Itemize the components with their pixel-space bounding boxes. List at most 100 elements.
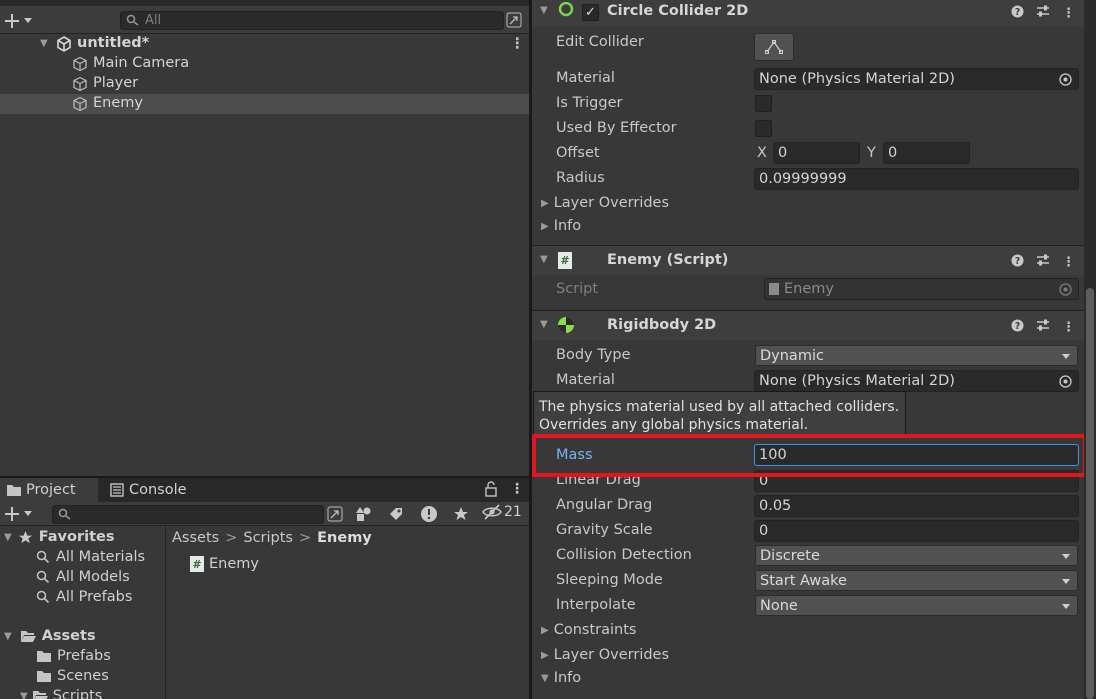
gravity-scale-field[interactable]: 0: [754, 520, 1079, 542]
expand-triangle-icon[interactable]: ▶: [541, 198, 549, 209]
expand-triangle-icon[interactable]: ▼: [541, 673, 549, 684]
svg-text:?: ?: [1015, 256, 1020, 267]
material-object-field[interactable]: None (Physics Material 2D): [754, 68, 1079, 90]
scene-row[interactable]: ▼ untitled* ⋮: [0, 34, 529, 54]
used-by-effector-checkbox[interactable]: [755, 120, 772, 137]
tab-label: Project: [26, 482, 76, 498]
constraints-foldout[interactable]: ▶ Constraints: [541, 622, 636, 638]
expand-triangle-icon[interactable]: ▼: [4, 532, 12, 543]
offset-y-field[interactable]: 0: [883, 142, 970, 164]
chevron-down-icon: [1062, 354, 1070, 359]
offset-x-field[interactable]: 0: [773, 142, 860, 164]
expand-triangle-icon[interactable]: ▼: [4, 631, 12, 642]
filter-by-label-icon[interactable]: [388, 506, 404, 526]
foldout-label: Constraints: [553, 622, 637, 638]
filter-by-type-icon[interactable]: [356, 506, 372, 526]
expand-triangle-icon[interactable]: ▼: [540, 319, 548, 330]
component-menu-icon[interactable]: ⋮: [1062, 320, 1075, 335]
component-header-icons: ? ⋮: [1011, 318, 1075, 336]
folder-item-scripts[interactable]: ▼ Scripts: [20, 686, 102, 699]
presets-icon[interactable]: [1036, 318, 1050, 336]
foldout-label: Info: [553, 218, 582, 234]
search-icon: [126, 13, 140, 31]
gameobject-cube-icon: [72, 76, 88, 96]
info-foldout[interactable]: ▶ Info: [541, 218, 581, 234]
expand-triangle-icon[interactable]: ▼: [40, 38, 48, 49]
rb-layer-overrides-foldout[interactable]: ▶ Layer Overrides: [541, 647, 669, 663]
file-item-enemy-script[interactable]: # Enemy: [190, 554, 259, 574]
assets-header[interactable]: ▼ Assets: [0, 626, 165, 646]
favorites-header[interactable]: ▼ Favorites: [0, 527, 165, 547]
add-object-button[interactable]: [4, 12, 38, 30]
radius-field[interactable]: 0.09999999: [754, 168, 1079, 190]
angular-drag-field[interactable]: 0.05: [754, 495, 1079, 517]
object-picker-icon[interactable]: [1059, 375, 1072, 388]
breadcrumb-item[interactable]: Assets: [172, 530, 219, 546]
help-icon[interactable]: ?: [1011, 318, 1024, 336]
hierarchy-search-input[interactable]: All: [120, 11, 504, 30]
breadcrumb-item[interactable]: Scripts: [243, 530, 293, 546]
scene-menu-icon[interactable]: ⋮: [510, 36, 525, 52]
expand-triangle-icon[interactable]: ▶: [541, 625, 549, 636]
lock-icon[interactable]: [485, 481, 497, 501]
interpolate-dropdown[interactable]: None: [755, 595, 1078, 616]
is-trigger-label: Is Trigger: [556, 95, 623, 111]
sleeping-mode-dropdown[interactable]: Start Awake: [755, 570, 1078, 591]
offset-x-label[interactable]: X: [757, 145, 767, 161]
expand-triangle-icon[interactable]: ▼: [540, 254, 548, 265]
presets-icon[interactable]: [1036, 253, 1050, 271]
is-trigger-checkbox[interactable]: [755, 95, 772, 112]
inspector-scrollbar-thumb[interactable]: [1086, 288, 1094, 699]
hierarchy-item-label: Player: [93, 75, 139, 91]
component-header-rigidbody[interactable]: ▼ Rigidbody 2D ? ⋮: [532, 310, 1084, 340]
favorites-title: Favorites: [38, 529, 115, 545]
offset-y-label[interactable]: Y: [867, 145, 876, 161]
expand-triangle-icon[interactable]: ▼: [20, 691, 28, 699]
rb-material-object-field[interactable]: None (Physics Material 2D): [754, 370, 1079, 392]
component-menu-icon[interactable]: ⋮: [1062, 255, 1075, 270]
folder-open-icon: [20, 631, 36, 642]
panel-menu-icon[interactable]: ⋮: [510, 481, 524, 497]
chevron-down-icon: [1062, 554, 1070, 559]
project-search-input[interactable]: [52, 505, 324, 524]
script-object-field: Enemy: [764, 278, 1079, 300]
star-favorite-icon[interactable]: [453, 506, 469, 526]
object-picker-icon[interactable]: [1059, 73, 1072, 86]
tab-project[interactable]: Project: [0, 478, 98, 502]
favorite-item[interactable]: All Prefabs: [36, 587, 132, 607]
expand-triangle-icon[interactable]: ▶: [541, 221, 549, 232]
breadcrumb-current[interactable]: Enemy: [317, 530, 372, 546]
edit-collider-button[interactable]: [754, 33, 794, 61]
help-icon[interactable]: ?: [1011, 4, 1024, 22]
hierarchy-item-enemy[interactable]: Enemy: [0, 94, 529, 114]
project-tab-bar: Project Console ⋮: [0, 478, 529, 502]
search-picker-icon[interactable]: [327, 506, 343, 526]
tab-console[interactable]: Console: [104, 478, 204, 502]
presets-icon[interactable]: [1036, 4, 1050, 22]
help-icon[interactable]: ?: [1011, 253, 1024, 271]
component-header-circle-collider[interactable]: ▼ ✓ Circle Collider 2D ? ⋮: [532, 0, 1084, 26]
project-folder-tree: ▼ Favorites All Materials All Models All…: [0, 526, 166, 699]
material-value: None (Physics Material 2D): [759, 373, 955, 389]
dropdown-value: None: [760, 597, 798, 614]
folder-item-prefabs[interactable]: Prefabs: [36, 646, 111, 666]
favorite-item[interactable]: All Materials: [36, 547, 145, 567]
star-icon: [18, 530, 32, 543]
rb-info-foldout[interactable]: ▼ Info: [541, 670, 581, 686]
hidden-packages-toggle[interactable]: 21: [482, 504, 522, 520]
component-enabled-checkbox[interactable]: ✓: [582, 4, 599, 21]
body-type-dropdown[interactable]: Dynamic: [755, 345, 1078, 366]
layer-overrides-foldout[interactable]: ▶ Layer Overrides: [541, 195, 669, 211]
scene-picker-icon[interactable]: [506, 12, 522, 28]
create-asset-button[interactable]: [4, 505, 38, 523]
hierarchy-item-main-camera[interactable]: Main Camera: [0, 54, 529, 74]
warning-filter-icon[interactable]: [420, 505, 438, 527]
favorite-item[interactable]: All Models: [36, 567, 130, 587]
component-header-enemy-script[interactable]: ▼ # Enemy (Script) ? ⋮: [532, 245, 1084, 275]
component-menu-icon[interactable]: ⋮: [1062, 6, 1075, 21]
folder-item-scenes[interactable]: Scenes: [36, 666, 109, 686]
collision-detection-dropdown[interactable]: Discrete: [755, 545, 1078, 566]
expand-triangle-icon[interactable]: ▼: [540, 5, 548, 16]
hierarchy-item-player[interactable]: Player: [0, 74, 529, 94]
expand-triangle-icon[interactable]: ▶: [541, 650, 549, 661]
